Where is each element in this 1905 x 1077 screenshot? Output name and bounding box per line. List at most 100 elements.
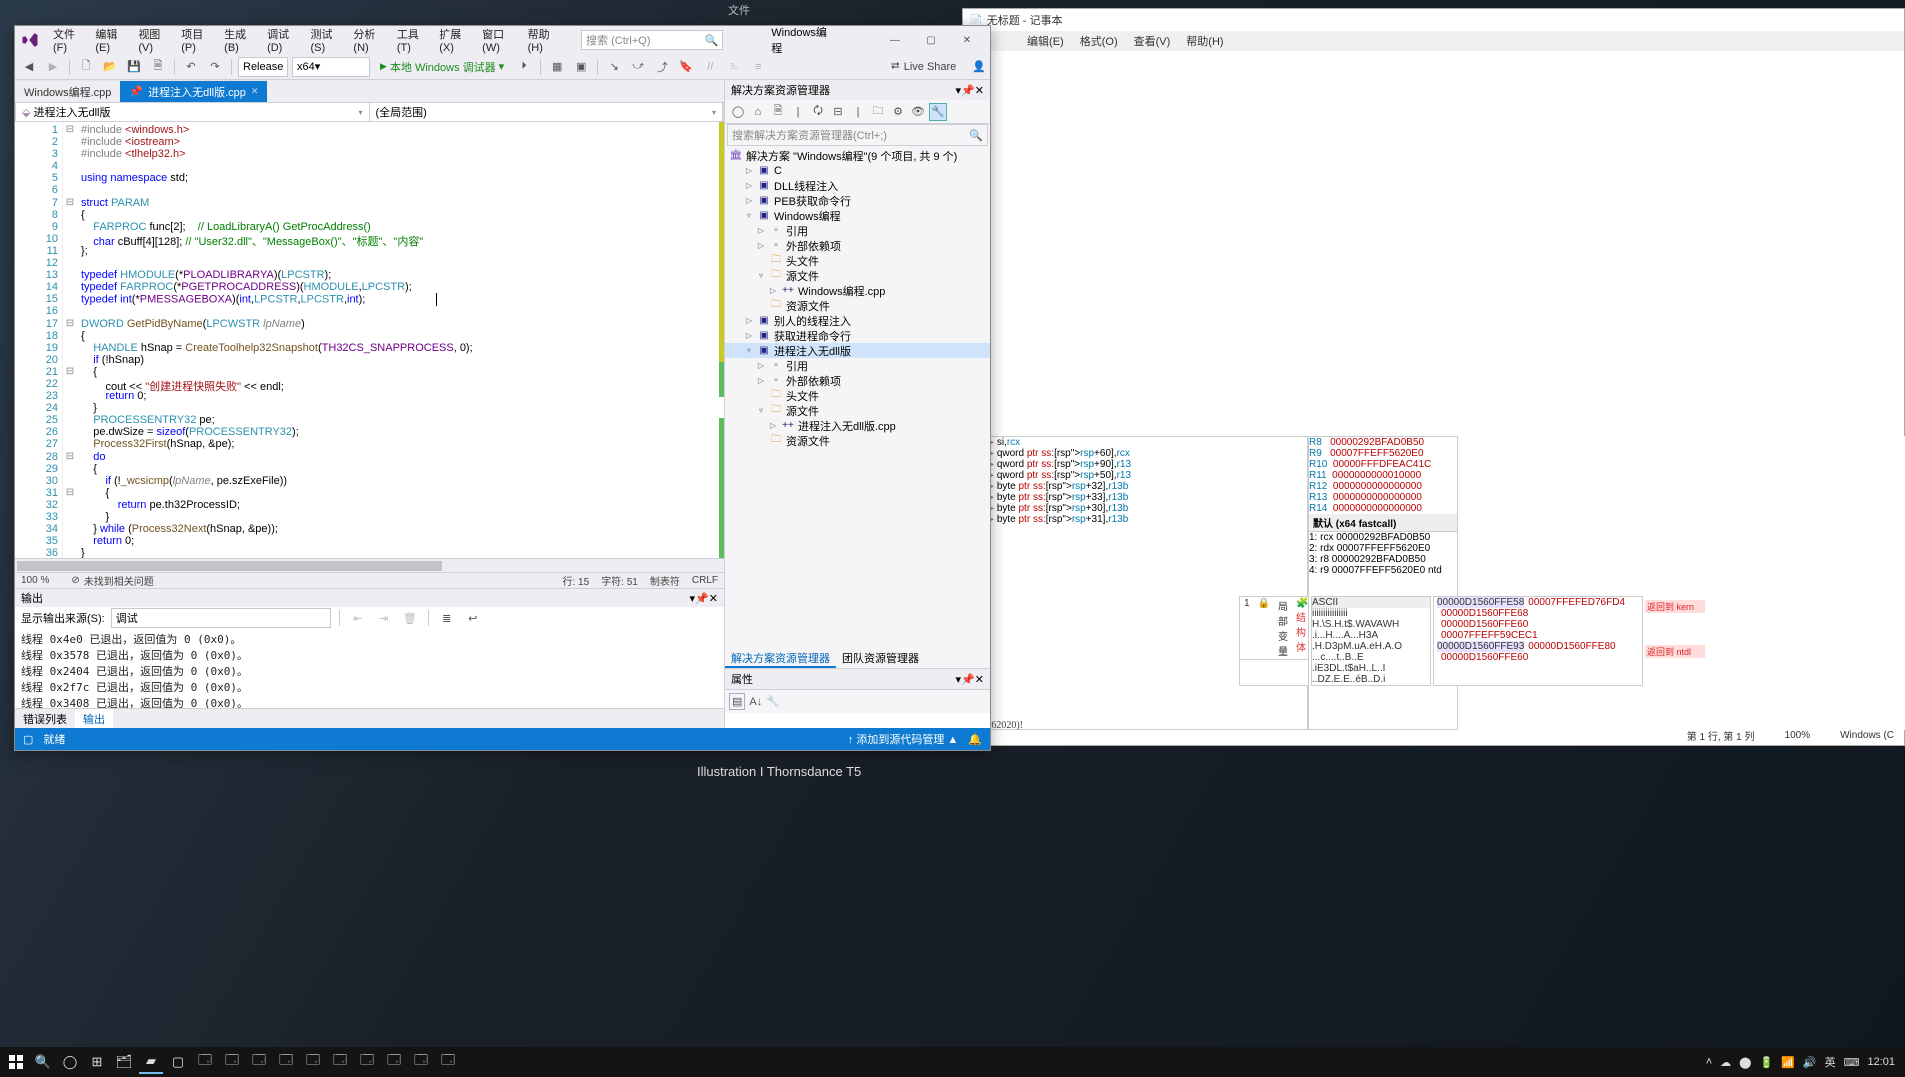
tree-node[interactable]: ▷▫引用 — [725, 358, 990, 373]
vs-right-panel-tabs[interactable]: 解决方案资源管理器 团队资源管理器 — [725, 648, 990, 668]
vs-liveshare-btn[interactable]: Live Share — [904, 61, 957, 73]
close-icon[interactable]: ✕ — [975, 673, 984, 686]
vs-properties-header[interactable]: 属性 ▾ 📌 ✕ — [725, 669, 990, 689]
output-next-icon[interactable]: ⇥ — [374, 608, 394, 628]
vs-output-header[interactable]: 输出 ▾ 📌 ✕ — [15, 589, 724, 607]
tree-node[interactable]: ▷++进程注入无dll版.cpp — [725, 418, 990, 433]
toggle-header-icon[interactable]: ▦ — [547, 57, 567, 77]
tree-node[interactable]: 🗀头文件 — [725, 253, 990, 268]
tree-node[interactable]: 🗀头文件 — [725, 388, 990, 403]
vs-tab-solution-explorer[interactable]: 解决方案资源管理器 — [725, 648, 836, 668]
vs-menu-7[interactable]: 分析(N) — [347, 22, 390, 58]
app-icon-6[interactable]: 🗔 — [328, 1050, 352, 1074]
vs-menu-3[interactable]: 项目(P) — [175, 22, 218, 58]
tree-node[interactable]: ▷▣DLL线程注入 — [725, 178, 990, 193]
notepad-menu-edit[interactable]: 编辑(E) — [1019, 31, 1072, 51]
output-prev-icon[interactable]: ⇤ — [348, 608, 368, 628]
collapse-icon[interactable]: ⊟ — [829, 103, 847, 121]
tray-volume-icon[interactable]: 🔊 — [1803, 1056, 1817, 1069]
vs-output-toolbar[interactable]: 显示输出来源(S): 调试 ⇤ ⇥ 🗑 ≣ ↩ — [15, 607, 724, 629]
nav-fwd-icon[interactable]: ▶ — [43, 57, 63, 77]
terminal-icon[interactable]: ▢ — [166, 1050, 190, 1074]
vs-platform-dropdown[interactable]: x64 ▾ — [292, 57, 370, 77]
debugger-stack[interactable]: 00000D1560FFE5800007FFEFED76FD400000D156… — [1433, 596, 1643, 686]
sync-icon[interactable]: 🗎 — [769, 103, 787, 121]
cortana-icon[interactable]: ◯ — [58, 1050, 82, 1074]
alpha-sort-icon[interactable]: A↓ — [749, 696, 762, 708]
vs-issues-indicator[interactable]: ⊘ 未找到相关问题 — [71, 573, 153, 588]
vs-status-notification-icon[interactable]: 🔔 — [968, 733, 982, 746]
save-icon[interactable]: 💾 — [124, 57, 144, 77]
tree-node[interactable]: ▿▣进程注入无dll版 — [725, 343, 990, 358]
vs-start-debug-button[interactable]: 本地 Windows 调试器 ▾ — [374, 59, 510, 75]
app-icon-5[interactable]: 🗔 — [301, 1050, 325, 1074]
close-icon[interactable]: ✕ — [975, 84, 984, 97]
system-tray[interactable]: ˄ ☁ ⬤ 🔋 📶 🔊 英 ⌨ 12:01 — [1706, 1054, 1901, 1070]
vs-menu-4[interactable]: 生成(B) — [218, 22, 261, 58]
tree-node[interactable]: 🗀资源文件 — [725, 298, 990, 313]
tray-battery-icon[interactable]: 🔋 — [1759, 1056, 1773, 1069]
tree-node[interactable]: 🗀资源文件 — [725, 433, 990, 448]
comment-icon[interactable]: // — [700, 57, 720, 77]
vs-menu-11[interactable]: 帮助(H) — [522, 22, 565, 58]
notepad-menu-format[interactable]: 格式(O) — [1072, 31, 1126, 51]
step-over-icon[interactable]: ⤻ — [628, 57, 648, 77]
vs-min-button[interactable]: — — [878, 29, 912, 51]
output-clear-icon[interactable]: 🗑 — [400, 608, 420, 628]
vs-solution-header[interactable]: 解决方案资源管理器 ▾ 📌 ✕ — [725, 80, 990, 100]
vs-solution-tree[interactable]: 🏛 解决方案 "Windows编程"(9 个项目, 共 9 个)▷▣C▷▣DLL… — [725, 146, 990, 648]
vs-solution-search[interactable]: 搜索解决方案资源管理器(Ctrl+;)🔍 — [727, 124, 988, 146]
explorer-icon[interactable]: 🗂 — [112, 1050, 136, 1074]
new-project-icon[interactable]: 🗋 — [76, 57, 96, 77]
vs-zoom-level[interactable]: 100 % — [21, 575, 49, 586]
vs-properties-toolbar[interactable]: ▤ A↓ 🔧 — [725, 689, 990, 713]
tree-node[interactable]: ▿🗀源文件 — [725, 403, 990, 418]
debugger-tab-1[interactable]: 1 — [1240, 597, 1254, 659]
vs-search-box[interactable]: 搜索 (Ctrl+Q)🔍 — [581, 30, 723, 50]
output-toggle-icon[interactable]: ↩ — [463, 608, 483, 628]
vs-menu-0[interactable]: 文件(F) — [47, 22, 89, 58]
task-view-icon[interactable]: ⊞ — [85, 1050, 109, 1074]
app-icon-4[interactable]: 🗔 — [274, 1050, 298, 1074]
vs-task-icon[interactable]: ▰ — [139, 1050, 163, 1074]
windows-taskbar[interactable]: 🔍 ◯ ⊞ 🗂 ▰ ▢ 🗔 🗔 🗔 🗔 🗔 🗔 🗔 🗔 🗔 🗔 ˄ ☁ ⬤ 🔋 … — [0, 1047, 1905, 1077]
close-tab-icon[interactable]: ✕ — [251, 86, 259, 97]
close-icon[interactable]: ✕ — [709, 592, 718, 605]
doc-tab-0[interactable]: Windows编程.cpp — [15, 80, 120, 102]
output-wrap-icon[interactable]: ≣ — [437, 608, 457, 628]
vs-menu-9[interactable]: 扩展(X) — [433, 22, 476, 58]
pin-icon[interactable]: 📌 — [695, 592, 709, 605]
wrench-icon[interactable]: 🔧 — [929, 103, 947, 121]
vs-solution-toolbar[interactable]: ◯ ⌂ 🗎 | 🗘 ⊟ | 🗀 ⚙ 👁 🔧 — [725, 100, 990, 124]
app-icon-8[interactable]: 🗔 — [382, 1050, 406, 1074]
vs-bottom-toolwindows[interactable]: 错误列表 输出 — [15, 708, 724, 728]
debugger-tab-struct[interactable]: 🧩结构体 — [1292, 597, 1312, 659]
vs-menu-1[interactable]: 编辑(E) — [89, 22, 132, 58]
liveshare-icon[interactable]: ⮂ — [891, 60, 900, 73]
doc-tab-1[interactable]: 📌进程注入无dll版.cpp✕ — [120, 80, 267, 102]
tree-node[interactable]: ▷▣C — [725, 163, 990, 178]
sln-home-icon[interactable]: ⌂ — [749, 103, 767, 121]
pin-icon[interactable]: 📌 — [129, 85, 143, 98]
redo-icon[interactable]: ↷ — [205, 57, 225, 77]
properties-icon[interactable]: ⚙ — [889, 103, 907, 121]
vs-menu-6[interactable]: 测试(S) — [305, 22, 348, 58]
step-into-icon[interactable]: ↘ — [604, 57, 624, 77]
tree-node[interactable]: ▿▣Windows编程 — [725, 208, 990, 223]
ime-indicator[interactable]: 英 — [1825, 1054, 1836, 1070]
refresh-icon[interactable]: 🗘 — [809, 103, 827, 121]
vs-output-text[interactable]: 线程 0x4e0 已退出，返回值为 0 (0x0)。 线程 0x3578 已退出… — [15, 629, 724, 708]
tree-node[interactable]: ▷++Windows编程.cpp — [725, 283, 990, 298]
app-icon-2[interactable]: 🗔 — [220, 1050, 244, 1074]
notepad-menu-help[interactable]: 帮助(H) — [1178, 31, 1231, 51]
vs-menu-10[interactable]: 窗口(W) — [476, 22, 521, 58]
vs-status-source-control[interactable]: ↑ 添加到源代码管理 ▲ — [848, 731, 959, 747]
vs-config-dropdown[interactable]: Release — [238, 57, 288, 77]
vs-tab-output[interactable]: 输出 — [75, 709, 113, 729]
vs-code-area[interactable]: #include <windows.h>#include <iostream>#… — [77, 122, 724, 558]
nav-back-icon[interactable]: ◀ — [19, 57, 39, 77]
undo-icon[interactable]: ↶ — [181, 57, 201, 77]
tree-node[interactable]: ▷▫引用 — [725, 223, 990, 238]
start-button[interactable] — [4, 1050, 28, 1074]
tree-node[interactable]: ▷▣PEB获取命令行 — [725, 193, 990, 208]
